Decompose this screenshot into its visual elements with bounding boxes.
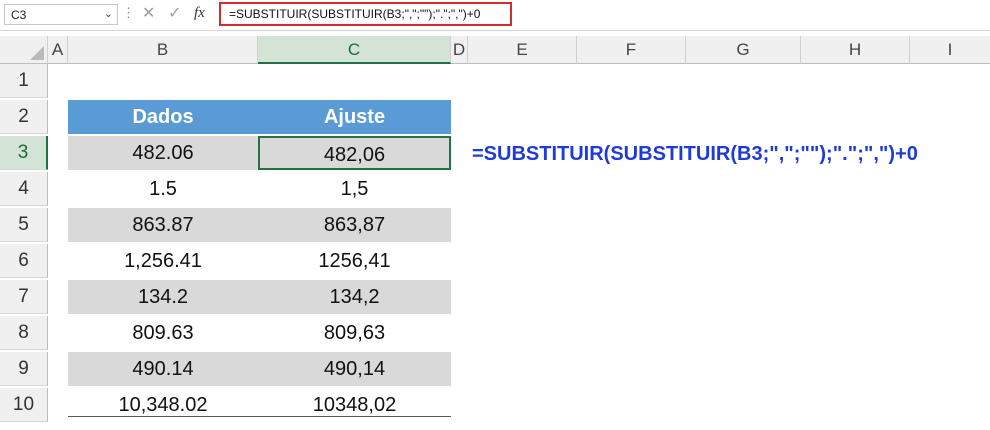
- cell-c8[interactable]: 809,63: [258, 316, 451, 350]
- cell-c3-selected[interactable]: 482,06: [258, 136, 451, 170]
- check-icon[interactable]: ✓: [168, 3, 181, 23]
- column-header-e[interactable]: E: [468, 36, 577, 64]
- cell-c4[interactable]: 1,5: [258, 172, 451, 206]
- column-header-c[interactable]: C: [258, 36, 451, 64]
- cancel-icon[interactable]: ✕: [142, 3, 155, 23]
- select-all-triangle-icon: [30, 46, 44, 60]
- row-header-4[interactable]: 4: [0, 172, 48, 206]
- row-header-1[interactable]: 1: [0, 64, 48, 98]
- cell-b9[interactable]: 490.14: [68, 352, 258, 386]
- column-header-f[interactable]: F: [577, 36, 686, 64]
- formula-annotation: =SUBSTITUIR(SUBSTITUIR(B3;",";"");".";",…: [472, 143, 918, 165]
- header-cell-ajuste[interactable]: Ajuste: [258, 100, 451, 134]
- column-header-a[interactable]: A: [48, 36, 68, 64]
- cell-b8[interactable]: 809.63: [68, 316, 258, 350]
- formula-text: =SUBSTITUIR(SUBSTITUIR(B3;",";"");".";",…: [229, 7, 481, 21]
- select-all-corner[interactable]: [0, 36, 48, 64]
- table-bottom-border: [68, 416, 451, 417]
- row-header-5[interactable]: 5: [0, 208, 48, 242]
- column-header-b[interactable]: B: [68, 36, 258, 64]
- header-cell-dados[interactable]: Dados: [68, 100, 258, 134]
- column-header-h[interactable]: H: [801, 36, 910, 64]
- cell-b5[interactable]: 863.87: [68, 208, 258, 242]
- row-header-8[interactable]: 8: [0, 316, 48, 350]
- chevron-down-icon[interactable]: ⌄: [104, 7, 113, 20]
- cell-c7[interactable]: 134,2: [258, 280, 451, 314]
- insert-function-icon[interactable]: fx: [194, 5, 205, 22]
- cell-b6[interactable]: 1,256.41: [68, 244, 258, 278]
- column-header-i[interactable]: I: [910, 36, 990, 64]
- column-header-g[interactable]: G: [686, 36, 801, 64]
- cell-c6[interactable]: 1256,41: [258, 244, 451, 278]
- cell-b4[interactable]: 1.5: [68, 172, 258, 206]
- cell-c5[interactable]: 863,87: [258, 208, 451, 242]
- formula-input[interactable]: =SUBSTITUIR(SUBSTITUIR(B3;",";"");".";",…: [219, 2, 512, 26]
- name-box-value: C3: [11, 8, 27, 22]
- splitter-dots-icon[interactable]: ⋮: [122, 5, 135, 21]
- row-header-10[interactable]: 10: [0, 388, 48, 422]
- row-header-9[interactable]: 9: [0, 352, 48, 386]
- cell-b7[interactable]: 134.2: [68, 280, 258, 314]
- cell-c9[interactable]: 490,14: [258, 352, 451, 386]
- row-header-3[interactable]: 3: [0, 136, 48, 170]
- cell-b3[interactable]: 482.06: [68, 136, 258, 170]
- row-header-2[interactable]: 2: [0, 100, 48, 134]
- row-header-7[interactable]: 7: [0, 280, 48, 314]
- name-box[interactable]: C3 ⌄: [4, 4, 118, 25]
- row-header-6[interactable]: 6: [0, 244, 48, 278]
- column-header-d[interactable]: D: [451, 36, 468, 64]
- formula-bar-area: C3 ⌄ ⋮ ✕ ✓ fx =SUBSTITUIR(SUBSTITUIR(B3;…: [0, 0, 990, 31]
